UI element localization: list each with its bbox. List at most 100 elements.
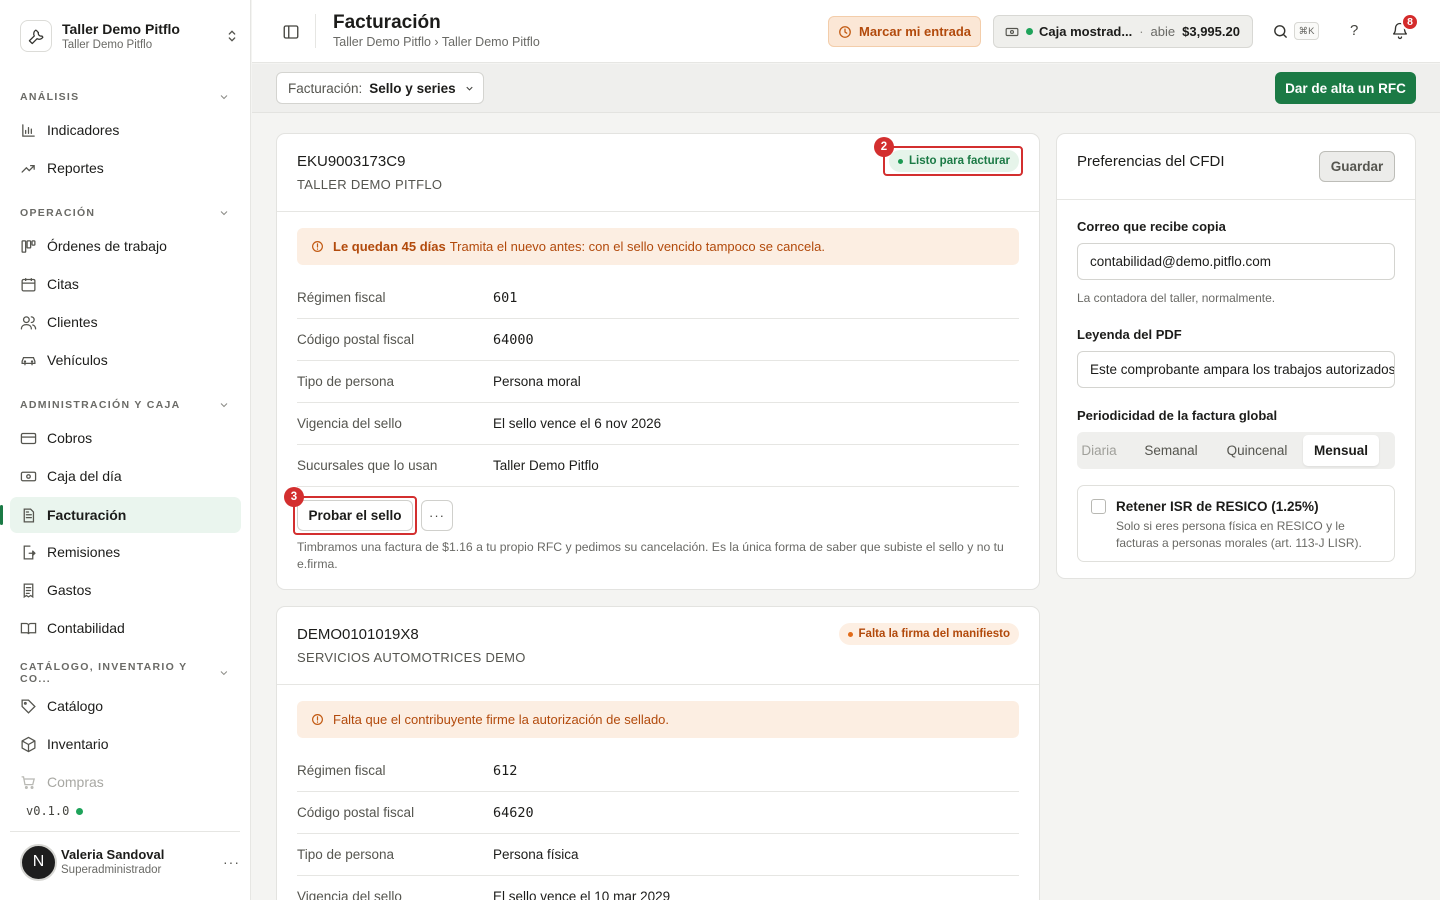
alert-emphasis: Le quedan 45 días xyxy=(333,239,446,254)
section-operacion[interactable]: OPERACIÓN xyxy=(20,205,230,221)
rfc-code: DEMO0101019X8 xyxy=(297,626,419,643)
cart-icon xyxy=(21,775,35,789)
sidebar-item-label: Clientes xyxy=(47,314,98,330)
section-administracion[interactable]: ADMINISTRACIÓN Y CAJA xyxy=(20,397,230,413)
kanban-icon xyxy=(21,239,36,253)
detail-row: Vigencia del sello El sello vence el 10 … xyxy=(297,876,1019,900)
detail-value: El sello vence el 6 nov 2026 xyxy=(493,416,662,431)
cash-register-selector[interactable]: Caja mostrad... · abie $3,995.20 xyxy=(993,15,1253,48)
sidebar-item-label: Caja del día xyxy=(47,468,122,484)
sidebar-item-label: Órdenes de trabajo xyxy=(47,238,167,254)
sidebar-item-facturacion[interactable]: Facturación xyxy=(0,497,241,533)
more-icon[interactable]: ··· xyxy=(223,854,240,870)
period-option-quincenal[interactable]: Quincenal xyxy=(1215,435,1299,466)
detail-label: Régimen fiscal xyxy=(297,290,386,305)
detail-label: Régimen fiscal xyxy=(297,763,386,778)
period-option-diaria[interactable]: Diaria xyxy=(1077,435,1125,466)
chevron-down-icon xyxy=(220,211,228,216)
detail-label: Código postal fiscal xyxy=(297,805,415,820)
trend-up-icon xyxy=(21,164,35,173)
subbar: Facturación: Sello y series Dar de alta … xyxy=(252,64,1440,113)
tag-icon xyxy=(21,698,36,714)
sidebar-item-catalogo[interactable]: Catálogo xyxy=(10,688,241,724)
detail-value: 64000 xyxy=(493,331,534,348)
sidebar: Taller Demo Pitflo Taller Demo Pitflo AN… xyxy=(0,0,251,900)
clock-in-button[interactable]: Marcar mi entrada xyxy=(828,16,981,47)
sidebar-item-gastos[interactable]: Gastos xyxy=(10,572,241,608)
more-options-button[interactable]: ··· xyxy=(421,500,453,531)
workspace-subtitle: Taller Demo Pitflo xyxy=(62,39,153,51)
sidebar-item-cobros[interactable]: Cobros xyxy=(10,420,241,456)
email-field[interactable]: contabilidad@demo.pitflo.com xyxy=(1077,243,1395,280)
detail-row: Régimen fiscal 601 xyxy=(297,277,1019,319)
select-label: Facturación: xyxy=(288,80,363,96)
sidebar-toggle-icon[interactable] xyxy=(282,23,300,41)
sidebar-item-label: Citas xyxy=(47,276,79,292)
period-option-semanal[interactable]: Semanal xyxy=(1133,435,1209,466)
sidebar-item-label: Remisiones xyxy=(47,544,121,560)
sidebar-item-indicadores[interactable]: Indicadores xyxy=(10,112,241,148)
detail-value: 64620 xyxy=(493,804,534,821)
topbar: Facturación Taller Demo Pitflo › Taller … xyxy=(252,0,1440,63)
section-title: ADMINISTRACIÓN Y CAJA xyxy=(20,399,181,411)
sidebar-item-label: Vehículos xyxy=(47,352,108,368)
status-badge: Falta la firma del manifiesto xyxy=(838,623,1019,645)
section-title: CATÁLOGO, INVENTARIO Y CO... xyxy=(20,661,188,685)
sidebar-item-reportes[interactable]: Reportes xyxy=(10,150,241,186)
add-rfc-button[interactable]: Dar de alta un RFC xyxy=(1275,72,1416,104)
pdf-legend-field[interactable]: Este comprobante ampara los trabajos aut… xyxy=(1077,351,1395,388)
detail-row: Sucursales que lo usan Taller Demo Pitfl… xyxy=(297,445,1019,487)
app-version: v0.1.0 xyxy=(26,804,84,818)
divider xyxy=(1057,199,1415,200)
save-button[interactable]: Guardar xyxy=(1319,151,1395,182)
workspace-name: Taller Demo Pitflo xyxy=(62,21,180,37)
billing-section-select[interactable]: Facturación: Sello y series xyxy=(276,72,484,104)
sidebar-item-caja[interactable]: Caja del día xyxy=(10,458,241,494)
user-menu[interactable]: N Valeria Sandoval Superadministrador ··… xyxy=(20,843,240,881)
detail-value: 601 xyxy=(493,289,518,306)
status-dot xyxy=(1026,28,1033,35)
sidebar-item-ordenes[interactable]: Órdenes de trabajo xyxy=(10,228,241,264)
sidebar-item-vehiculos[interactable]: Vehículos xyxy=(10,342,241,378)
status-dot xyxy=(76,807,84,815)
sidebar-item-contabilidad[interactable]: Contabilidad xyxy=(10,610,241,646)
chevron-down-icon xyxy=(220,403,228,408)
sidebar-item-inventario[interactable]: Inventario xyxy=(10,726,241,762)
section-analisis[interactable]: ANÁLISIS xyxy=(20,89,230,105)
section-catalogo[interactable]: CATÁLOGO, INVENTARIO Y CO... xyxy=(20,661,230,685)
car-icon xyxy=(21,356,36,365)
rfc-card: EKU9003173C9 TALLER DEMO PITFLO Listo pa… xyxy=(276,133,1040,590)
cash-register-amount: $3,995.20 xyxy=(1182,24,1240,39)
detail-label: Tipo de persona xyxy=(297,847,395,862)
separator: · xyxy=(1139,24,1144,39)
sidebar-item-remisiones[interactable]: Remisiones xyxy=(10,534,241,570)
period-option-mensual[interactable]: Mensual xyxy=(1303,435,1379,466)
signature-alert: Falta que el contribuyente firme la auto… xyxy=(297,701,1019,738)
help-icon[interactable]: ? xyxy=(1350,22,1358,39)
detail-label: Sucursales que lo usan xyxy=(297,458,438,473)
book-open-icon xyxy=(20,622,37,634)
sidebar-item-label: Indicadores xyxy=(47,122,120,138)
resico-option[interactable]: Retener ISR de RESICO (1.25%) Solo si er… xyxy=(1077,485,1395,562)
resico-checkbox[interactable] xyxy=(1091,499,1106,514)
detail-row: Tipo de persona Persona moral xyxy=(297,361,1019,403)
status-dot xyxy=(847,631,853,637)
chevron-updown-icon xyxy=(228,30,236,42)
workspace-switcher[interactable]: Taller Demo Pitflo Taller Demo Pitflo xyxy=(20,17,240,55)
sidebar-item-citas[interactable]: Citas xyxy=(10,266,241,302)
sidebar-item-clientes[interactable]: Clientes xyxy=(10,304,241,340)
detail-label: Vigencia del sello xyxy=(297,889,402,900)
search-icon[interactable] xyxy=(1272,23,1289,40)
cash-register-status: abie xyxy=(1150,24,1176,39)
shortcut-hint: ⌘K xyxy=(1294,22,1319,40)
sidebar-item-label: Facturación xyxy=(47,507,127,523)
sidebar-item-compras[interactable]: Compras xyxy=(10,764,241,800)
test-seal-hint: Timbramos una factura de $1.16 a tu prop… xyxy=(297,540,1004,571)
cash-register-name: Caja mostrad... xyxy=(1039,24,1133,39)
receipt-icon xyxy=(23,582,34,598)
alert-text: Tramita el nuevo antes: con el sello ven… xyxy=(449,239,825,254)
sidebar-item-label: Contabilidad xyxy=(47,620,125,636)
resico-title: Retener ISR de RESICO (1.25%) xyxy=(1116,499,1319,514)
warning-icon xyxy=(312,241,323,252)
bar-chart-icon xyxy=(22,123,35,137)
